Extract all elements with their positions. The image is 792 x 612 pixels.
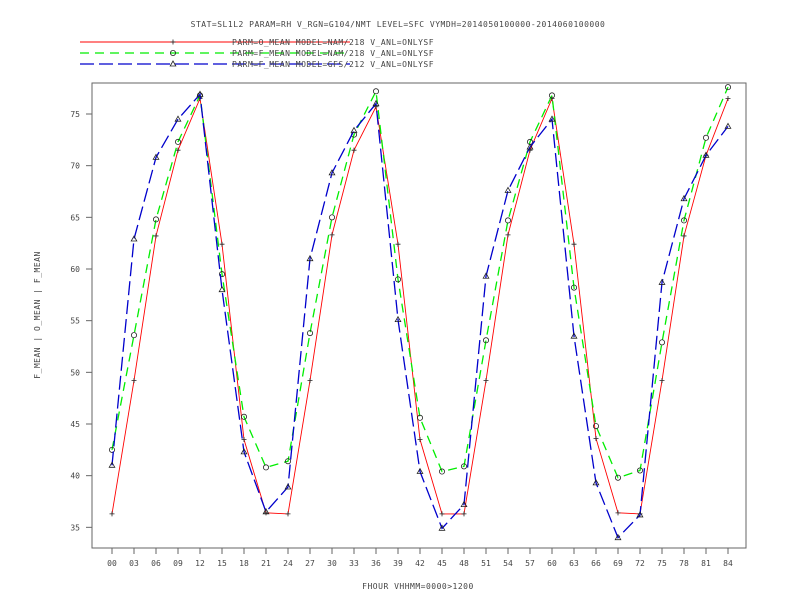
data-point <box>170 39 176 45</box>
data-point <box>109 511 115 517</box>
x-tick-label: 63 <box>569 559 579 568</box>
data-point <box>130 332 137 339</box>
x-tick-label: 57 <box>525 559 535 568</box>
y-tick-label: 70 <box>70 162 80 171</box>
y-tick-label: 75 <box>70 110 80 119</box>
chart-title: STAT=SL1L2 PARAM=RH V_RGN=G104/NMT LEVEL… <box>191 20 606 29</box>
data-point <box>461 511 467 517</box>
x-tick-label: 51 <box>481 559 491 568</box>
x-tick-label: 09 <box>173 559 183 568</box>
data-point <box>571 241 577 247</box>
y-tick-label: 60 <box>70 265 80 274</box>
x-tick-label: 03 <box>129 559 139 568</box>
data-point <box>483 378 489 384</box>
x-tick-label: 00 <box>107 559 117 568</box>
data-point <box>659 339 666 346</box>
y-tick-label: 35 <box>70 523 80 532</box>
x-axis-label: FHOUR VHHMM=0000>1200 <box>362 582 474 591</box>
x-tick-label: 81 <box>701 559 711 568</box>
y-tick-label: 40 <box>70 472 80 481</box>
y-tick-label: 45 <box>70 420 80 429</box>
data-point <box>724 122 732 129</box>
legend-label: PARM=O_MEAN MODEL=NAM/218 V_ANL=ONLYSF <box>232 38 434 47</box>
y-tick-label: 65 <box>70 213 80 222</box>
data-point <box>153 233 159 239</box>
y-axis: 35 40 45 50 55 60 65 70 75 <box>70 110 92 532</box>
x-tick-label: 48 <box>459 559 469 568</box>
x-tick-label: 36 <box>371 559 381 568</box>
legend-label: PARM=F_MEAN MODEL=GFS/212 V_ANL=ONLYSF <box>232 60 434 69</box>
x-tick-label: 27 <box>305 559 315 568</box>
x-tick-label: 42 <box>415 559 425 568</box>
x-tick-label: 15 <box>217 559 227 568</box>
x-tick-label: 78 <box>679 559 689 568</box>
data-point <box>395 241 401 247</box>
x-tick-label: 39 <box>393 559 403 568</box>
plot-area-frame <box>91 82 747 549</box>
x-tick-label: 54 <box>503 559 513 568</box>
data-point <box>372 88 379 95</box>
x-tick-label: 30 <box>327 559 337 568</box>
y-tick-label: 50 <box>70 368 80 377</box>
data-point <box>328 214 335 221</box>
series-line <box>111 96 729 515</box>
x-tick-label: 60 <box>547 559 557 568</box>
data-point <box>504 217 511 224</box>
data-point <box>725 96 731 101</box>
x-tick-label: 72 <box>635 559 645 568</box>
data-point <box>681 233 687 239</box>
x-tick-label: 75 <box>657 559 667 568</box>
x-tick-label: 21 <box>261 559 271 568</box>
data-point <box>262 464 269 471</box>
series-3 <box>108 90 732 541</box>
legend-item: PARM=O_MEAN MODEL=NAM/218 V_ANL=ONLYSF <box>80 38 434 47</box>
data-point <box>593 435 599 441</box>
data-point <box>219 241 225 247</box>
x-tick-label: 33 <box>349 559 359 568</box>
x-tick-label: 12 <box>195 559 205 568</box>
data-point <box>505 232 511 238</box>
data-point <box>263 510 269 516</box>
data-point <box>615 510 621 516</box>
data-point <box>169 60 177 67</box>
x-tick-label: 18 <box>239 559 249 568</box>
legend-item: PARM=F_MEAN MODEL=GFS/212 V_ANL=ONLYSF <box>80 60 434 69</box>
x-tick-label: 66 <box>591 559 601 568</box>
data-point <box>329 232 335 238</box>
data-point <box>285 511 291 517</box>
series-line <box>111 92 729 539</box>
x-tick-label: 24 <box>283 559 293 568</box>
legend: PARM=O_MEAN MODEL=NAM/218 V_ANL=ONLYSF PA… <box>80 38 434 69</box>
data-point <box>439 511 445 517</box>
data-point <box>307 378 313 384</box>
series-1 <box>109 96 731 517</box>
data-point <box>417 437 423 442</box>
y-axis-label: F_MEAN | O_MEAN | F_MEAN <box>33 251 42 379</box>
series-group <box>108 84 732 541</box>
line-chart: STAT=SL1L2 PARAM=RH V_RGN=G104/NMT LEVEL… <box>33 20 747 591</box>
data-point <box>703 134 710 141</box>
series-2 <box>109 84 732 481</box>
legend-label: PARM=F_MEAN MODEL=NAM/218 V_ANL=ONLYSF <box>232 49 434 58</box>
x-axis: 00 03 06 09 12 15 18 21 24 27 30 33 36 39 42 45 48 51 54 57… <box>107 548 733 568</box>
series-line <box>111 86 729 479</box>
x-tick-label: 69 <box>613 559 623 568</box>
legend-item: PARM=F_MEAN MODEL=NAM/218 V_ANL=ONLYSF <box>80 49 434 58</box>
data-point <box>351 147 357 153</box>
x-tick-label: 06 <box>151 559 161 568</box>
x-tick-label: 45 <box>437 559 447 568</box>
data-point <box>659 378 665 384</box>
x-tick-label: 84 <box>723 559 733 568</box>
data-point <box>130 235 138 242</box>
data-point <box>131 378 137 384</box>
y-tick-label: 55 <box>70 317 80 326</box>
